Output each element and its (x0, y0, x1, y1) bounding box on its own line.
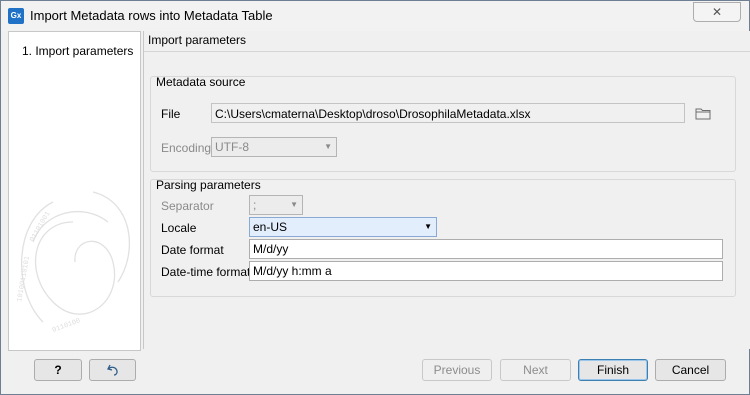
parsing-parameters-title: Parsing parameters (156, 178, 261, 192)
decorative-swirl-graphic: 01101001 10100110101 0110100 (16, 191, 130, 335)
separator-label: Separator (161, 199, 214, 213)
file-path-field[interactable]: C:\Users\cmaterna\Desktop\droso\Drosophi… (211, 103, 685, 123)
metadata-source-group: Metadata source File C:\Users\cmaterna\D… (150, 75, 736, 172)
close-icon: ✕ (711, 5, 723, 19)
cancel-button[interactable]: Cancel (655, 359, 726, 381)
dialog-window: Gx Import Metadata rows into Metadata Ta… (0, 0, 750, 395)
encoding-select[interactable]: UTF-8 ▼ (211, 137, 337, 157)
chevron-down-icon: ▼ (290, 200, 298, 209)
date-format-label: Date format (161, 243, 224, 257)
encoding-value: UTF-8 (215, 140, 249, 154)
next-button[interactable]: Next (500, 359, 571, 381)
datetime-format-label: Date-time format (161, 265, 251, 279)
chevron-down-icon: ▼ (424, 222, 432, 231)
date-format-input[interactable]: M/d/yy (249, 239, 723, 259)
step-import-parameters[interactable]: 1. Import parameters (22, 44, 133, 58)
content-area: Import parameters Metadata source File C… (143, 31, 750, 349)
folder-icon[interactable] (695, 106, 711, 120)
help-icon: ? (54, 363, 62, 377)
reset-button[interactable] (89, 359, 136, 381)
separator-value: ; (253, 198, 257, 212)
svg-text:10100110101: 10100110101 (16, 256, 32, 303)
page-title: Import parameters (148, 33, 247, 47)
close-button[interactable]: ✕ (693, 2, 741, 22)
previous-button[interactable]: Previous (422, 359, 492, 381)
locale-select[interactable]: en-US ▼ (249, 217, 437, 237)
locale-label: Locale (161, 221, 197, 235)
datetime-format-input[interactable]: M/d/yy h:mm a (249, 261, 723, 281)
app-icon: Gx (8, 8, 24, 24)
steps-panel: 1. Import parameters 01101001 1010011010… (8, 31, 141, 351)
separator-select[interactable]: ; ▼ (249, 195, 303, 215)
title-bar: Gx Import Metadata rows into Metadata Ta… (1, 1, 749, 31)
window-title: Import Metadata rows into Metadata Table (30, 8, 273, 23)
parsing-parameters-group: Parsing parameters Separator ; ▼ Locale … (150, 178, 736, 297)
encoding-label: Encoding (161, 141, 212, 155)
help-button[interactable]: ? (34, 359, 82, 381)
content-header: Import parameters (144, 31, 750, 52)
file-label: File (161, 107, 181, 121)
undo-icon (106, 364, 118, 376)
svg-text:0110100: 0110100 (51, 317, 81, 335)
chevron-down-icon: ▼ (324, 142, 332, 151)
locale-value: en-US (253, 220, 288, 234)
metadata-source-title: Metadata source (156, 75, 246, 89)
finish-button[interactable]: Finish (578, 359, 648, 381)
svg-text:01101001: 01101001 (29, 210, 53, 243)
